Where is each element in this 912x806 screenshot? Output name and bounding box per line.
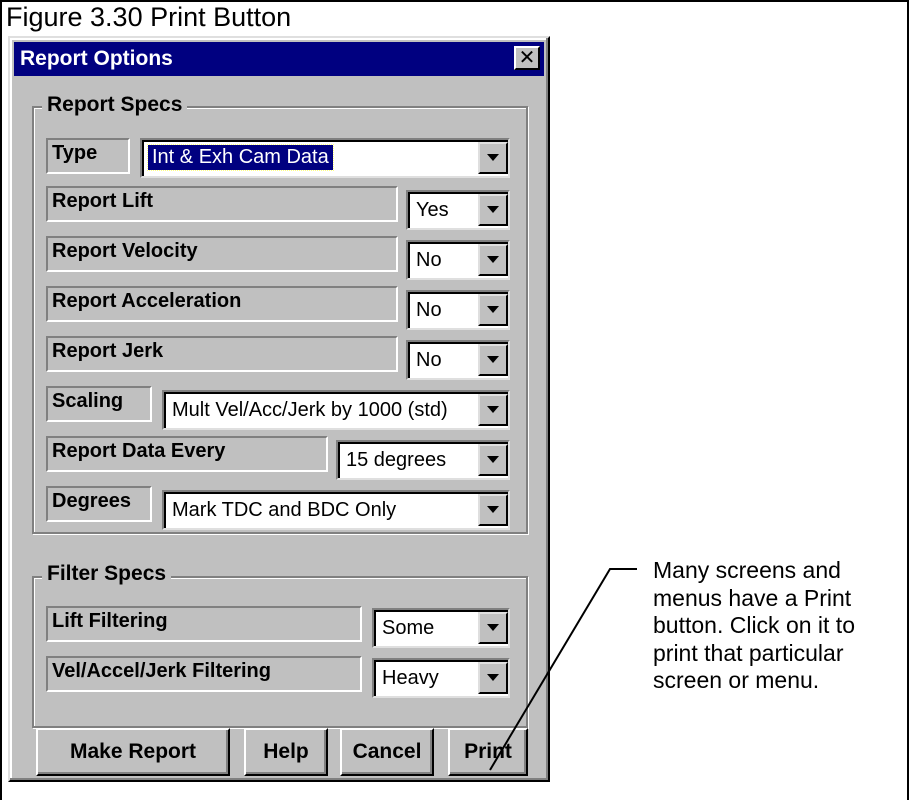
callout-text: Many screens and menus have a Print butt… [653, 557, 855, 693]
